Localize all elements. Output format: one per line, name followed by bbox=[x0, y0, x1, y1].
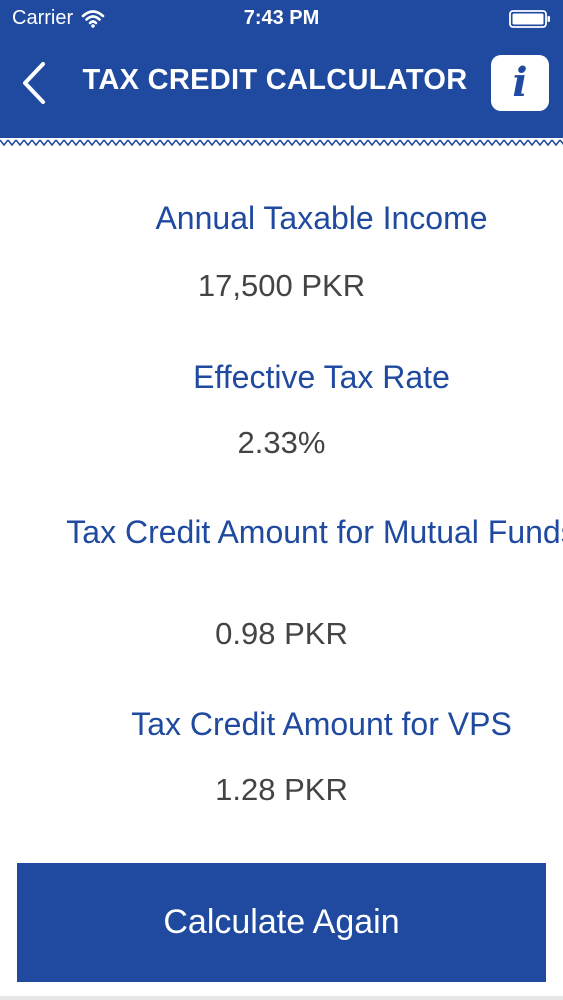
header-zigzag-divider bbox=[0, 138, 563, 148]
vps-credit-label: Tax Credit Amount for VPS bbox=[131, 706, 512, 742]
vps-credit-value: 1.28 PKR bbox=[215, 772, 348, 807]
back-button[interactable] bbox=[14, 58, 54, 108]
calculate-again-label: Calculate Again bbox=[163, 903, 400, 941]
effective-tax-rate-value: 2.33% bbox=[237, 425, 326, 460]
battery-icon bbox=[509, 10, 550, 28]
navigation-bar: TAX CREDIT CALCULATOR i bbox=[0, 40, 563, 136]
annual-taxable-income-label: Annual Taxable Income bbox=[155, 200, 488, 236]
effective-tax-rate-label: Effective Tax Rate bbox=[193, 359, 450, 395]
info-icon: i bbox=[512, 59, 528, 106]
status-time: 7:43 PM bbox=[243, 7, 320, 29]
mutual-funds-credit-label: Tax Credit Amount for Mutual Funds bbox=[66, 514, 563, 550]
annual-taxable-income-value: 17,500 PKR bbox=[197, 268, 366, 303]
info-button[interactable]: i bbox=[491, 55, 549, 111]
page-title: TAX CREDIT CALCULATOR bbox=[82, 64, 468, 96]
calculate-again-button[interactable]: Calculate Again bbox=[17, 863, 546, 982]
status-bar: Carrier 7:43 PM bbox=[0, 0, 563, 40]
mutual-funds-credit-value: 0.98 PKR bbox=[215, 616, 348, 651]
chevron-left-icon bbox=[23, 62, 45, 104]
bottom-divider bbox=[0, 996, 563, 1000]
app-header: Carrier 7:43 PM TAX CREDIT CALCULATOR i bbox=[0, 0, 563, 138]
